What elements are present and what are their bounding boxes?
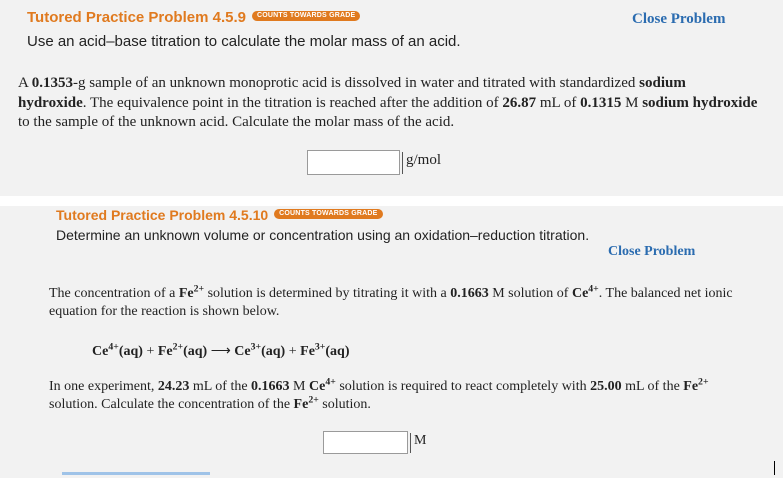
- reactant-ce: Ce: [92, 344, 109, 359]
- text-run: -g sample of an unknown monoprotic acid …: [73, 75, 640, 91]
- titrant-concentration: 0.1315: [580, 94, 622, 111]
- text-run: mL of: [536, 94, 581, 111]
- counts-towards-grade-badge: COUNTS TOWARDS GRADE: [274, 209, 383, 220]
- text-run: M solution of: [488, 286, 572, 301]
- charge: 3+: [314, 341, 326, 353]
- fe-volume: 25.00: [590, 379, 622, 394]
- molar-mass-answer-input[interactable]: [307, 150, 400, 175]
- text-run: solution. Calculate the concentration of…: [49, 396, 294, 412]
- text-run: M: [289, 379, 309, 394]
- symbol: Fe: [683, 379, 699, 394]
- problem-title: Tutored Practice Problem 4.5.10 COUNTS TO…: [56, 207, 383, 223]
- product-ce: Ce: [234, 344, 251, 359]
- text-run: mL of the: [621, 379, 684, 394]
- symbol: Fe: [178, 286, 194, 301]
- state: (aq): [183, 344, 208, 359]
- submit-button-edge[interactable]: [62, 472, 210, 475]
- text-cursor: [774, 461, 775, 475]
- problem-panel-4-5-10: Tutored Practice Problem 4.5.10 COUNTS TO…: [0, 206, 783, 478]
- ce-concentration: 0.1663: [251, 379, 290, 394]
- charge: 2+: [698, 376, 709, 388]
- counts-towards-grade-badge: COUNTS TOWARDS GRADE: [251, 11, 361, 22]
- text-run: mL of the: [189, 379, 252, 394]
- close-problem-button[interactable]: Close Problem: [632, 11, 725, 28]
- state: (aq): [325, 344, 350, 359]
- symbol: Fe: [293, 396, 309, 412]
- product-fe: Fe: [300, 344, 315, 359]
- concentration-answer-input[interactable]: [323, 431, 408, 454]
- text-run: In one experiment,: [49, 379, 158, 394]
- text-run: to the sample of the unknown acid. Calcu…: [18, 114, 455, 130]
- problem-title-text: Tutored Practice Problem 4.5.9: [27, 9, 246, 26]
- question-text: In one experiment, 24.23 mL of the 0.166…: [49, 376, 739, 413]
- fe-ion: Fe2+: [293, 393, 319, 412]
- question-intro: The concentration of a Fe2+ solution is …: [49, 283, 739, 320]
- ce-volume: 24.23: [157, 379, 190, 394]
- text-run: solution.: [318, 396, 371, 412]
- reactant-fe: Fe: [157, 344, 173, 359]
- text-run: solution is determined by titrating it w…: [204, 286, 451, 301]
- state: (aq): [118, 344, 143, 359]
- plus-sign: +: [285, 344, 301, 359]
- charge: 4+: [588, 283, 599, 295]
- fe-ion: Fe2+: [683, 376, 709, 394]
- problem-title-text: Tutored Practice Problem 4.5.10: [56, 207, 269, 223]
- problem-panel-4-5-9: Tutored Practice Problem 4.5.9 COUNTS TOW…: [0, 0, 783, 196]
- close-problem-button[interactable]: Close Problem: [608, 244, 695, 260]
- titrant-volume: 26.87: [502, 94, 537, 111]
- sample-mass: 0.1353: [31, 75, 74, 91]
- symbol: Ce: [309, 379, 326, 394]
- net-ionic-equation: Ce4+(aq) + Fe2+(aq) ⟶ Ce3+(aq) + Fe3+(aq…: [92, 341, 350, 360]
- charge: 3+: [250, 341, 262, 353]
- charge: 2+: [172, 341, 184, 353]
- text-run: The concentration of a: [49, 286, 179, 301]
- problem-title: Tutored Practice Problem 4.5.9 COUNTS TOW…: [27, 9, 361, 26]
- charge: 2+: [193, 283, 205, 295]
- ce-ion: Ce4+: [309, 376, 336, 394]
- reagent-name: sodium hydroxide: [642, 94, 758, 111]
- problem-subtitle: Determine an unknown volume or concentra…: [56, 227, 590, 243]
- text-run: A: [18, 75, 32, 91]
- charge: 4+: [325, 376, 336, 388]
- charge: 4+: [108, 341, 119, 353]
- question-text: A 0.1353-g sample of an unknown monoprot…: [18, 74, 758, 133]
- text-run: . The equivalence point in the titration…: [82, 94, 503, 111]
- ce-ion: Ce4+: [571, 283, 599, 301]
- state: (aq): [261, 344, 286, 359]
- problem-subtitle: Use an acid–base titration to calculate …: [27, 33, 461, 50]
- unit-label: g/mol: [402, 152, 441, 174]
- unit-label: M: [410, 433, 426, 453]
- symbol: Ce: [571, 286, 589, 301]
- text-run: solution is required to react completely…: [335, 379, 591, 394]
- charge: 2+: [308, 393, 319, 405]
- reaction-arrow: ⟶: [210, 344, 231, 359]
- text-run: M: [621, 94, 643, 111]
- fe-ion: Fe2+: [178, 283, 205, 301]
- plus-sign: +: [142, 344, 158, 359]
- ce-concentration: 0.1663: [450, 286, 489, 301]
